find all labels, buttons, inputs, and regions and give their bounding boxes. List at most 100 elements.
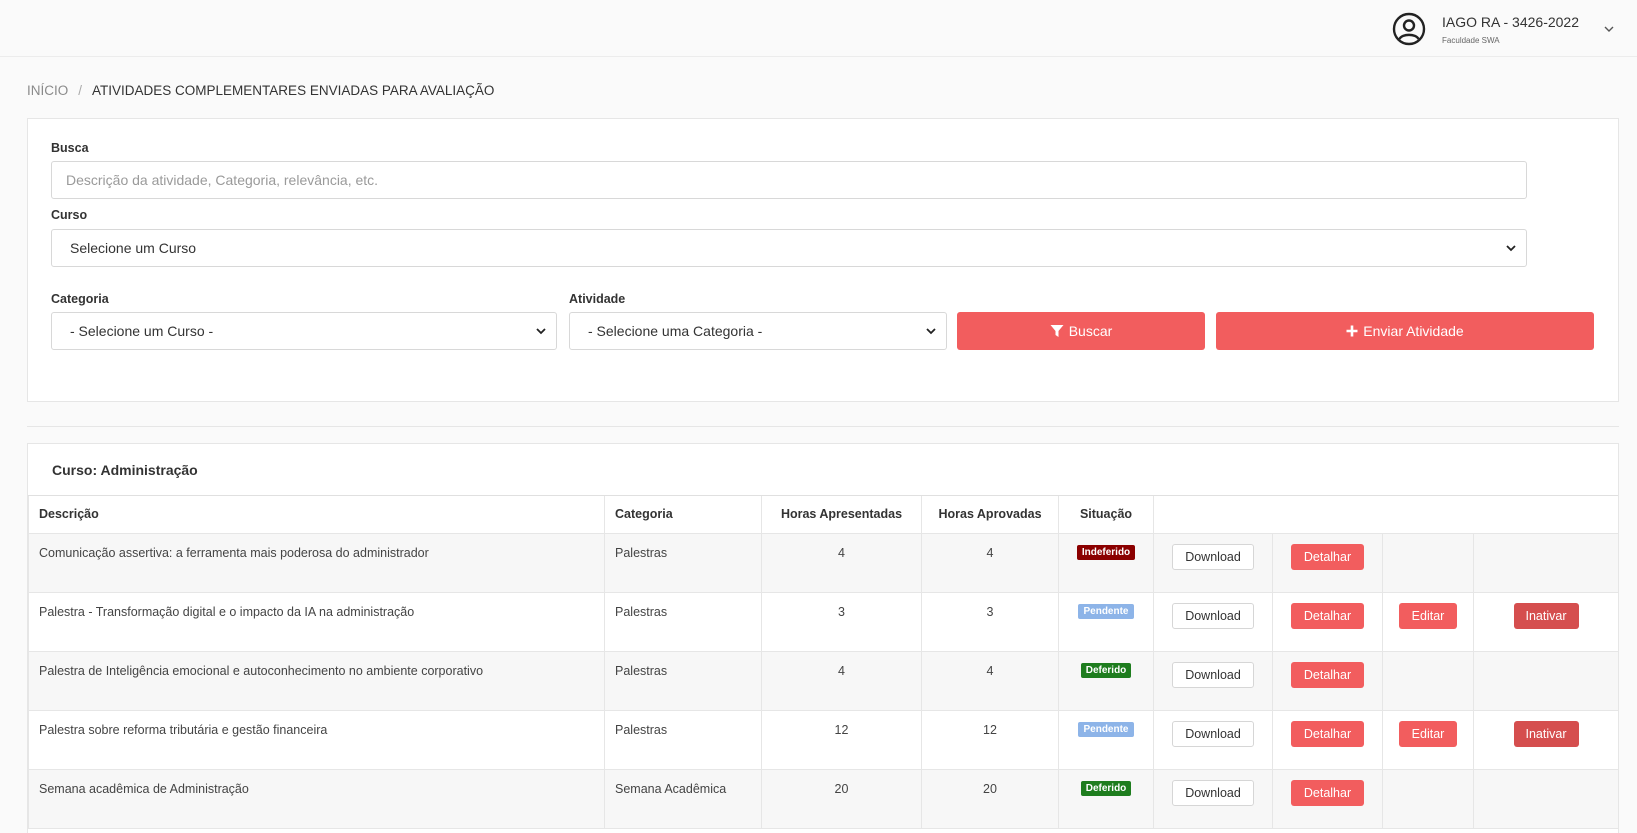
activities-table: Descrição Categoria Horas Apresentadas H… xyxy=(28,496,1619,829)
status-badge: Pendente xyxy=(1078,603,1134,619)
cell-download: Download xyxy=(1153,709,1273,770)
search-button-label: Buscar xyxy=(1068,323,1113,339)
cell-category: Palestras xyxy=(604,532,762,593)
course-label: Curso xyxy=(51,208,88,222)
status-badge: Pendente xyxy=(1078,721,1134,737)
cell-detail: Detalhar xyxy=(1272,709,1383,770)
deactivate-button[interactable]: Inativar xyxy=(1513,602,1579,629)
cell-description: Semana acadêmica de Administração xyxy=(28,768,605,829)
cell-detail: Detalhar xyxy=(1272,591,1383,652)
course-select-value: Selecione um Curso xyxy=(70,240,197,256)
status-badge: Indeferido xyxy=(1076,544,1136,560)
table-row: Palestra de Inteligência emocional e aut… xyxy=(28,650,1619,711)
breadcrumb-home-link[interactable]: INÍCIO xyxy=(27,83,68,98)
download-button[interactable]: Download xyxy=(1172,602,1254,629)
user-institution: Faculdade SWA xyxy=(1442,35,1500,45)
cell-category: Palestras xyxy=(604,591,762,652)
cell-edit xyxy=(1382,532,1474,593)
edit-button[interactable]: Editar xyxy=(1398,602,1458,629)
course-select[interactable]: Selecione um Curso xyxy=(51,229,1527,267)
breadcrumb-current: ATIVIDADES COMPLEMENTARES ENVIADAS PARA … xyxy=(92,83,495,98)
cell-detail: Detalhar xyxy=(1272,532,1383,593)
cell-deactivate xyxy=(1473,650,1619,711)
cell-download: Download xyxy=(1153,768,1273,829)
cell-hours-approved: 4 xyxy=(921,532,1059,593)
category-label: Categoria xyxy=(51,292,109,306)
cell-deactivate xyxy=(1473,532,1619,593)
plus-icon xyxy=(1346,325,1358,337)
user-avatar-icon xyxy=(1392,12,1426,45)
cell-detail: Detalhar xyxy=(1272,768,1383,829)
cell-hours-approved: 12 xyxy=(921,709,1059,770)
cell-status: Deferido xyxy=(1058,768,1154,829)
cell-status: Indeferido xyxy=(1058,532,1154,593)
chevron-down-icon xyxy=(536,328,546,335)
cell-hours-approved: 4 xyxy=(921,650,1059,711)
table-header-row: Descrição Categoria Horas Apresentadas H… xyxy=(28,496,1619,534)
cell-detail: Detalhar xyxy=(1272,650,1383,711)
cell-download: Download xyxy=(1153,591,1273,652)
cell-deactivate: Inativar xyxy=(1473,709,1619,770)
status-badge: Deferido xyxy=(1080,780,1132,796)
cell-description: Palestra - Transformação digital e o imp… xyxy=(28,591,605,652)
cell-hours-presented: 20 xyxy=(761,768,922,829)
column-header-category: Categoria xyxy=(604,496,762,534)
cell-edit: Editar xyxy=(1382,709,1474,770)
detail-button[interactable]: Detalhar xyxy=(1290,602,1365,629)
search-input[interactable]: Descrição da atividade, Categoria, relev… xyxy=(51,161,1527,199)
chevron-down-icon xyxy=(1506,245,1516,252)
activity-label: Atividade xyxy=(569,292,626,306)
cell-hours-presented: 4 xyxy=(761,532,922,593)
detail-button[interactable]: Detalhar xyxy=(1290,720,1365,747)
column-header-status: Situação xyxy=(1058,496,1154,534)
cell-deactivate: Inativar xyxy=(1473,591,1619,652)
detail-button[interactable]: Detalhar xyxy=(1290,543,1365,570)
activity-select[interactable]: - Selecione uma Categoria - xyxy=(569,312,947,350)
cell-download: Download xyxy=(1153,650,1273,711)
cell-description: Comunicação assertiva: a ferramenta mais… xyxy=(28,532,605,593)
cell-category: Semana Acadêmica xyxy=(604,768,762,829)
download-button[interactable]: Download xyxy=(1172,661,1254,688)
detail-button[interactable]: Detalhar xyxy=(1290,661,1365,688)
cell-download: Download xyxy=(1153,532,1273,593)
chevron-down-icon[interactable] xyxy=(1603,23,1615,35)
search-button[interactable]: Buscar xyxy=(957,312,1205,350)
status-badge: Deferido xyxy=(1080,662,1132,678)
cell-hours-presented: 4 xyxy=(761,650,922,711)
column-header-description: Descrição xyxy=(28,496,605,534)
cell-hours-approved: 20 xyxy=(921,768,1059,829)
column-header-hours-approved: Horas Aprovadas xyxy=(921,496,1059,534)
download-button[interactable]: Download xyxy=(1172,779,1254,806)
cell-status: Pendente xyxy=(1058,591,1154,652)
send-activity-button[interactable]: Enviar Atividade xyxy=(1216,312,1594,350)
category-select[interactable]: - Selecione um Curso - xyxy=(51,312,557,350)
edit-button[interactable]: Editar xyxy=(1398,720,1458,747)
column-header-actions xyxy=(1153,496,1619,534)
cell-hours-approved: 3 xyxy=(921,591,1059,652)
download-button[interactable]: Download xyxy=(1172,720,1254,747)
cell-status: Deferido xyxy=(1058,650,1154,711)
cell-hours-presented: 12 xyxy=(761,709,922,770)
course-title: Curso: Administração xyxy=(28,444,1618,496)
detail-button[interactable]: Detalhar xyxy=(1290,779,1365,806)
cell-status: Pendente xyxy=(1058,709,1154,770)
chevron-down-icon xyxy=(926,328,936,335)
activities-card: Curso: Administração Descrição Categoria… xyxy=(27,443,1619,833)
send-activity-button-label: Enviar Atividade xyxy=(1363,323,1464,339)
cell-edit xyxy=(1382,768,1474,829)
filter-card: Busca Descrição da atividade, Categoria,… xyxy=(27,118,1619,402)
breadcrumb-separator: / xyxy=(78,83,83,98)
download-button[interactable]: Download xyxy=(1172,543,1254,570)
cell-deactivate xyxy=(1473,768,1619,829)
user-menu[interactable]: IAGO RA - 3426-2022 Faculdade SWA xyxy=(1392,0,1637,57)
filter-icon xyxy=(1050,325,1064,337)
cell-description: Palestra de Inteligência emocional e aut… xyxy=(28,650,605,711)
top-bar: IAGO RA - 3426-2022 Faculdade SWA xyxy=(0,0,1637,57)
deactivate-button[interactable]: Inativar xyxy=(1513,720,1579,747)
search-placeholder: Descrição da atividade, Categoria, relev… xyxy=(66,172,379,188)
cell-category: Palestras xyxy=(604,709,762,770)
user-name: IAGO RA - 3426-2022 xyxy=(1442,13,1579,30)
table-row: Comunicação assertiva: a ferramenta mais… xyxy=(28,532,1619,593)
breadcrumb: INÍCIO / ATIVIDADES COMPLEMENTARES ENVIA… xyxy=(27,83,494,98)
table-row: Semana acadêmica de Administração Semana… xyxy=(28,768,1619,829)
